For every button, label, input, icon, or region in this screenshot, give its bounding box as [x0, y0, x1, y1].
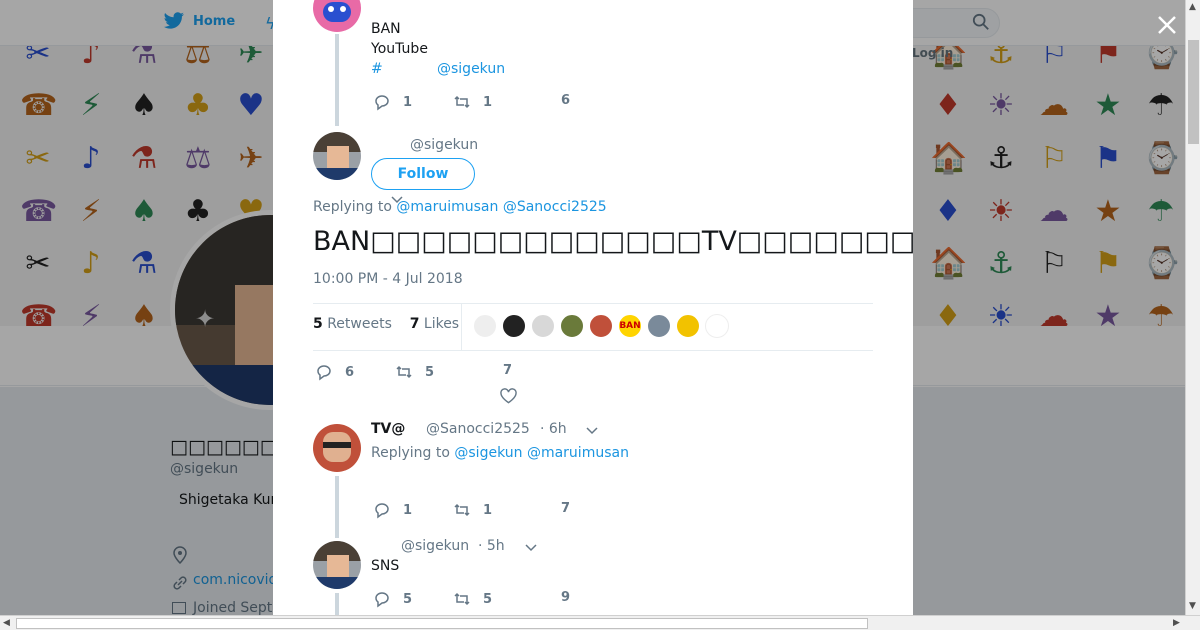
replying-to: Replying to @sigekun @maruimusan	[371, 445, 629, 461]
tweet-text-line: BAN	[371, 21, 401, 37]
liker-avatar[interactable]	[676, 314, 700, 338]
divider	[313, 350, 873, 351]
reply-count: 6	[345, 364, 355, 380]
replying-to-label: Replying to	[371, 445, 450, 461]
like-stat[interactable]: 7 Likes	[410, 316, 459, 332]
liker-avatar[interactable]	[531, 314, 555, 338]
tweet-stats: 5 Retweets 7 Likes	[313, 316, 459, 332]
horizontal-scroll-thumb[interactable]	[16, 618, 868, 629]
liker-avatar[interactable]	[705, 314, 729, 338]
like-action[interactable]: 6	[561, 93, 570, 108]
thread-line	[335, 593, 339, 615]
retweet-action[interactable]: 1	[453, 93, 492, 111]
heart-icon[interactable]	[500, 388, 517, 404]
close-icon[interactable]	[1154, 12, 1180, 38]
horizontal-scrollbar[interactable]: ◀ ▶	[0, 615, 1200, 630]
like-count: 6	[561, 93, 571, 108]
mention-link[interactable]: @Sanocci2525	[503, 199, 607, 215]
divider	[313, 303, 873, 304]
retweet-stat[interactable]: 5 Retweets	[313, 316, 392, 332]
reply-author-handle[interactable]: @sigekun	[401, 538, 469, 554]
retweet-count: 1	[483, 94, 493, 110]
replying-to: Replying to @maruimusan @Sanocci2525	[313, 199, 607, 215]
liker-avatar[interactable]: BAN	[618, 314, 642, 338]
liker-avatar[interactable]	[589, 314, 613, 338]
reply-icon	[375, 503, 389, 519]
reply-action[interactable]: 1	[373, 93, 412, 111]
reply-count: 1	[403, 94, 413, 110]
liker-avatar[interactable]	[560, 314, 584, 338]
chevron-down-icon[interactable]	[586, 427, 598, 435]
liker-avatar[interactable]	[647, 314, 671, 338]
scroll-right-arrow[interactable]: ▶	[1173, 618, 1180, 628]
reply-icon	[375, 95, 389, 111]
scroll-left-arrow[interactable]: ◀	[3, 618, 10, 628]
avatar[interactable]	[313, 541, 361, 589]
tweet-author-handle[interactable]: @sigekun	[410, 137, 478, 153]
thread-line	[335, 476, 339, 538]
like-action[interactable]: 9	[561, 590, 570, 605]
mention-link[interactable]: @sigekun	[454, 445, 522, 461]
follow-button[interactable]: Follow	[371, 158, 475, 190]
reply-time[interactable]: · 5h	[478, 538, 505, 554]
thread-line	[335, 34, 339, 126]
reply-text: SNS	[371, 558, 400, 574]
mention-link[interactable]: @sigekun	[437, 61, 505, 77]
retweet-action[interactable]: 1	[453, 501, 492, 519]
liker-avatar[interactable]	[473, 314, 497, 338]
like-count: 7	[503, 363, 513, 378]
retweet-icon	[396, 365, 412, 379]
mention-link[interactable]: @maruimusan	[527, 445, 629, 461]
reply-action[interactable]: 6	[315, 363, 354, 381]
reply-time[interactable]: · 6h	[540, 421, 567, 437]
vertical-scrollbar[interactable]: ▲ ▼	[1185, 0, 1200, 615]
retweet-count: 5	[425, 364, 435, 380]
hashtag-link[interactable]: #	[371, 61, 383, 77]
reply-author-name[interactable]: TV@	[371, 421, 405, 437]
chevron-down-icon[interactable]	[525, 544, 537, 552]
tweet-timestamp[interactable]: 10:00 PM - 4 Jul 2018	[313, 271, 463, 287]
reply-action[interactable]: 5	[373, 590, 412, 608]
avatar[interactable]	[313, 0, 361, 32]
scroll-up-arrow[interactable]: ▲	[1189, 2, 1196, 12]
avatar[interactable]	[313, 132, 361, 180]
like-count: 9	[561, 590, 571, 605]
reply-icon	[375, 592, 389, 608]
divider	[461, 304, 462, 350]
tweet-text-line: YouTube	[371, 41, 428, 57]
reply-author-handle[interactable]: @Sanocci2525	[426, 421, 530, 437]
like-action[interactable]: 7	[503, 363, 512, 378]
scroll-down-arrow[interactable]: ▼	[1189, 601, 1196, 611]
replying-to-label: Replying to	[313, 199, 392, 215]
retweet-icon	[454, 95, 470, 109]
retweet-action[interactable]: 5	[453, 590, 492, 608]
vertical-scroll-thumb[interactable]	[1188, 40, 1199, 144]
retweet-icon	[454, 503, 470, 517]
tweet-permalink-modal: BAN YouTube # @sigekun 1 1 6 @sigekun Fo…	[273, 0, 913, 615]
like-action[interactable]: 7	[561, 501, 570, 516]
avatar[interactable]	[313, 424, 361, 472]
reply-icon	[317, 365, 331, 381]
retweet-count: 5	[483, 591, 493, 607]
retweet-icon	[454, 592, 470, 606]
like-count: 7	[561, 501, 571, 516]
mention-link[interactable]: @maruimusan	[396, 199, 498, 215]
reply-count: 5	[403, 591, 413, 607]
retweet-action[interactable]: 5	[395, 363, 434, 381]
reply-count: 1	[403, 502, 413, 518]
retweet-count: 1	[483, 502, 493, 518]
reply-action[interactable]: 1	[373, 501, 412, 519]
liker-avatar[interactable]	[502, 314, 526, 338]
tweet-text: BAN□□□□□□□□□□□□□TV□□□□□□□□□□□□TV□□□□□□□□…	[313, 226, 913, 257]
